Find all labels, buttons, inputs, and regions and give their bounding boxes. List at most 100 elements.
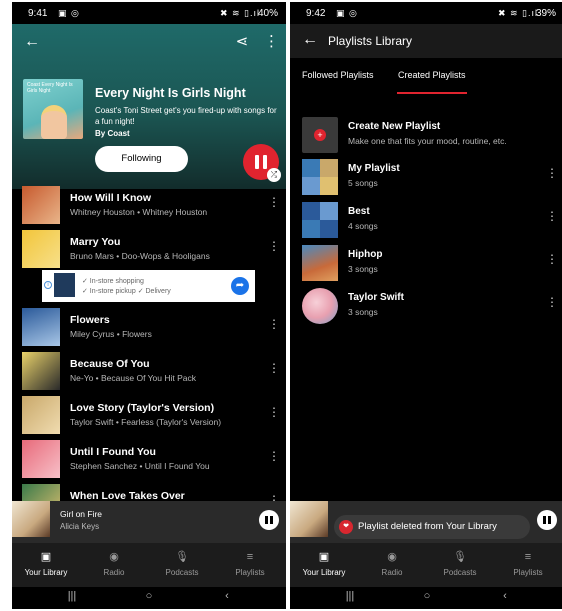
playlist-song-count: 3 songs	[348, 264, 378, 274]
more-vert-icon[interactable]: ⋮	[546, 166, 558, 180]
bottom-nav: ▣ Your Library ◉ Radio 🎙 Podcasts ≡ Play…	[12, 543, 286, 587]
playlist-row[interactable]: Hiphop 3 songs ⋮	[290, 242, 562, 282]
iheart-logo-icon: ❤	[339, 520, 353, 534]
left-phone-screen: 9:41 ▣ ◎ ✖ ≋ ▯.ıl 40% ← ⋖ ⋮ Coast Every …	[12, 2, 286, 609]
back-icon[interactable]: ‹	[495, 590, 515, 602]
playlist-row[interactable]: My Playlist 5 songs ⋮	[290, 156, 562, 196]
notification-icons: ▣ ◎	[58, 8, 80, 18]
song-row[interactable]: How Will I Know Whitney Houston • Whitne…	[12, 184, 286, 228]
nav-radio[interactable]: ◉ Radio	[80, 549, 148, 583]
ad-image	[54, 273, 75, 297]
nav-radio[interactable]: ◉ Radio	[358, 549, 426, 583]
more-vert-icon[interactable]: ⋮	[546, 295, 558, 309]
more-vert-icon[interactable]: ⋮	[546, 252, 558, 266]
nav-playlists[interactable]: ≡ Playlists	[216, 549, 284, 583]
album-art	[22, 440, 60, 478]
recents-icon[interactable]: |||	[340, 590, 360, 602]
playlist-cover-art: Coast Every Night Is Girls Night	[23, 79, 83, 139]
playlist-art	[302, 245, 338, 281]
nav-your-library[interactable]: ▣ Your Library	[12, 549, 80, 583]
status-time: 9:42	[306, 8, 326, 19]
ad-banner[interactable]: i ✓ In-store shopping ✓ In-store pickup …	[42, 270, 255, 302]
playlist-art	[302, 159, 338, 195]
playlist-song-count: 3 songs	[348, 307, 378, 317]
album-art	[22, 396, 60, 434]
toast-message: ❤ Playlist deleted from Your Library	[334, 515, 530, 539]
nav-label: Your Library	[302, 568, 346, 577]
ad-text-delivery: ✓ Delivery	[137, 288, 171, 295]
more-vert-icon[interactable]: ⋮	[268, 317, 280, 331]
ad-info-icon[interactable]: i	[44, 281, 52, 289]
playlist-icon: ≡	[524, 551, 532, 563]
nav-your-library[interactable]: ▣ Your Library	[290, 549, 358, 583]
shuffle-icon[interactable]: ⤮	[267, 168, 281, 182]
library-icon: ▣	[318, 551, 330, 563]
playlist-subtitle: Make one that fits your mood, routine, e…	[348, 136, 507, 146]
nav-label: Playlists	[513, 568, 543, 577]
back-arrow-icon[interactable]: ←	[300, 32, 320, 52]
playlist-title: Every Night Is Girls Night	[95, 86, 246, 100]
playlist-art	[302, 202, 338, 238]
status-bar: 9:41 ▣ ◎ ✖ ≋ ▯.ıl 40%	[12, 2, 286, 24]
more-vert-icon[interactable]: ⋮	[546, 209, 558, 223]
back-arrow-icon[interactable]: ←	[22, 34, 42, 54]
recents-icon[interactable]: |||	[62, 590, 82, 602]
playlist-row[interactable]: Best 4 songs ⋮	[290, 199, 562, 239]
song-title: How Will I Know	[70, 192, 151, 204]
back-icon[interactable]: ‹	[217, 590, 237, 602]
more-vert-icon[interactable]: ⋮	[268, 405, 280, 419]
plus-icon: +	[314, 129, 326, 141]
song-row[interactable]: Until I Found You Stephen Sanchez • Unti…	[12, 438, 286, 482]
playlist-name: Create New Playlist	[348, 121, 441, 132]
playlist-name: Best	[348, 206, 370, 217]
radio-icon: ◉	[109, 551, 119, 563]
now-playing-title: Girl on Fire	[60, 509, 103, 519]
nav-label: Your Library	[24, 568, 68, 577]
directions-icon[interactable]: ➦	[231, 277, 249, 295]
create-playlist-tile: +	[302, 117, 338, 153]
home-icon[interactable]: ○	[139, 590, 159, 602]
signal-icons: ✖ ≋ ▯.ıl	[497, 8, 538, 18]
song-row[interactable]: Marry You Bruno Mars • Doo-Wops & Hoolig…	[12, 228, 286, 272]
more-vert-icon[interactable]: ⋮	[264, 34, 279, 54]
now-playing-art	[12, 501, 50, 537]
battery-level: 40%	[257, 8, 278, 19]
home-icon[interactable]: ○	[417, 590, 437, 602]
page-title: Playlists Library	[328, 34, 413, 48]
song-row[interactable]: Love Story (Taylor's Version) Taylor Swi…	[12, 394, 286, 438]
song-list: How Will I Know Whitney Houston • Whitne…	[12, 184, 286, 504]
playlist-song-count: 5 songs	[348, 178, 378, 188]
song-artist-album: Bruno Mars • Doo-Wops & Hooligans	[70, 251, 210, 261]
status-bar: 9:42 ▣ ◎ ✖ ≋ ▯.ıl 39%	[290, 2, 562, 24]
song-title: Love Story (Taylor's Version)	[70, 402, 215, 414]
top-app-bar: ← Playlists Library	[290, 24, 562, 58]
microphone-icon: 🎙	[175, 551, 189, 563]
playlist-author: By Coast	[95, 129, 130, 138]
more-vert-icon[interactable]: ⋮	[268, 361, 280, 375]
nav-podcasts[interactable]: 🎙 Podcasts	[426, 549, 494, 583]
song-title: Until I Found You	[70, 446, 156, 458]
song-artist-album: Miley Cyrus • Flowers	[70, 329, 152, 339]
tab-created-playlists[interactable]: Created Playlists	[398, 70, 466, 80]
now-playing-bar[interactable]: Girl on Fire Alicia Keys	[12, 501, 286, 543]
nav-label: Playlists	[235, 568, 265, 577]
song-row[interactable]: Flowers Miley Cyrus • Flowers ⋮	[12, 306, 286, 350]
pause-icon[interactable]	[259, 510, 279, 530]
more-vert-icon[interactable]: ⋮	[268, 449, 280, 463]
bottom-nav: ▣ Your Library ◉ Radio 🎙 Podcasts ≡ Play…	[290, 543, 562, 587]
cover-art-figure	[41, 105, 67, 139]
playlist-row[interactable]: Taylor Swift 3 songs ⋮	[290, 285, 562, 325]
pause-icon[interactable]	[537, 510, 557, 530]
nav-label: Podcasts	[443, 568, 477, 577]
song-row[interactable]: Because Of You Ne-Yo • Because Of You Hi…	[12, 350, 286, 394]
create-playlist-row[interactable]: + Create New Playlist Make one that fits…	[290, 114, 562, 154]
nav-podcasts[interactable]: 🎙 Podcasts	[148, 549, 216, 583]
tab-followed-playlists[interactable]: Followed Playlists	[302, 70, 374, 80]
nav-playlists[interactable]: ≡ Playlists	[494, 549, 562, 583]
song-artist-album: Ne-Yo • Because Of You Hit Pack	[70, 373, 196, 383]
following-button[interactable]: Following	[95, 146, 188, 172]
share-icon[interactable]: ⋖	[232, 34, 252, 54]
song-artist-album: Taylor Swift • Fearless (Taylor's Versio…	[70, 417, 222, 427]
more-vert-icon[interactable]: ⋮	[268, 195, 280, 209]
more-vert-icon[interactable]: ⋮	[268, 239, 280, 253]
